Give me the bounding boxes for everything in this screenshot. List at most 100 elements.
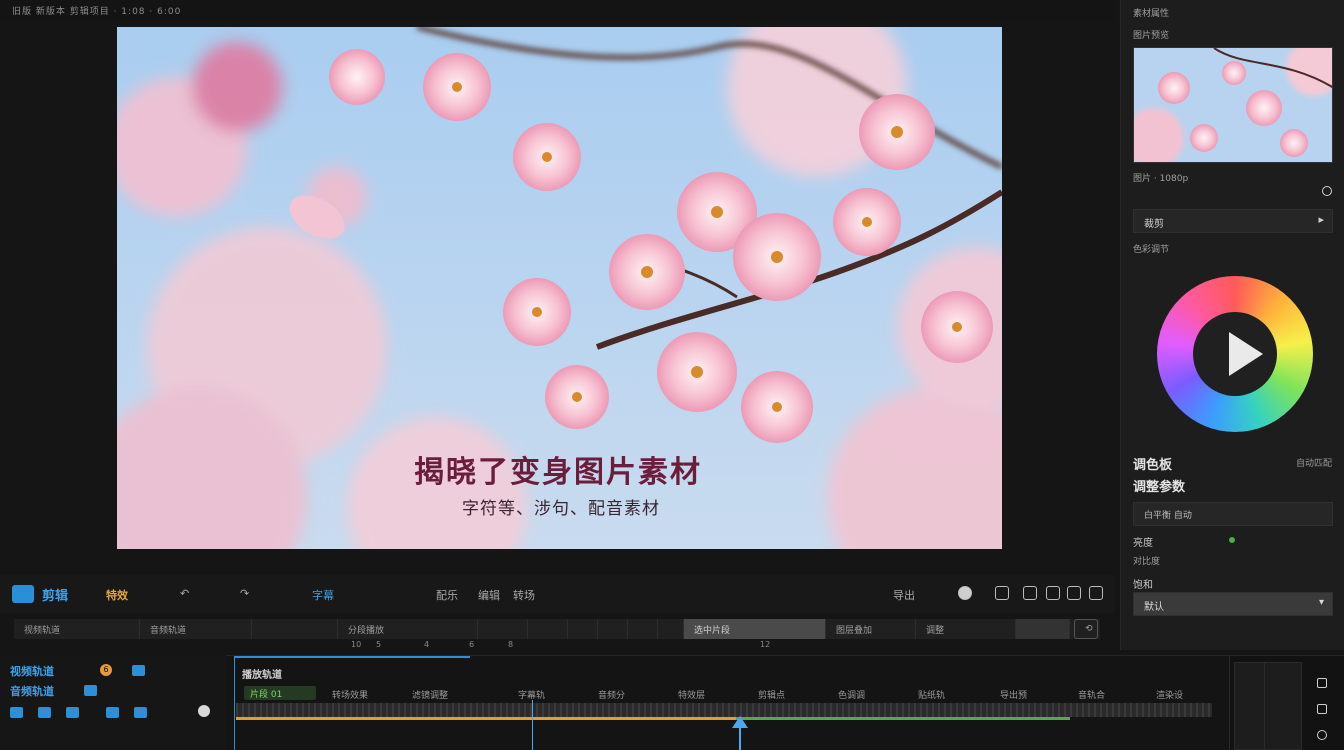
main-toolbar: 剪辑 特效 ↶ ↷ 字幕 配乐 编辑 转场 导出 bbox=[0, 575, 1115, 613]
edit-tab[interactable]: 编辑 bbox=[478, 587, 500, 603]
track-column-label: 特效层 bbox=[678, 691, 706, 701]
clip-label[interactable]: 片段 01 bbox=[244, 686, 316, 700]
params-heading: 调整参数 bbox=[1133, 480, 1186, 495]
flag-icon[interactable] bbox=[84, 685, 97, 696]
brightness-indicator bbox=[1229, 537, 1235, 543]
split-icon[interactable] bbox=[1046, 586, 1060, 600]
contrast-label: 对比度 bbox=[1133, 557, 1161, 567]
caption-title: 揭晓了变身图片素材 bbox=[414, 455, 702, 490]
strip-segment[interactable]: 分段播放 bbox=[338, 619, 478, 639]
ruler-tick: 4 bbox=[424, 640, 430, 649]
lock-icon[interactable] bbox=[198, 705, 210, 717]
home-icon[interactable] bbox=[1067, 586, 1081, 600]
subtitle-tab[interactable]: 字幕 bbox=[312, 587, 334, 603]
settings-icon[interactable] bbox=[1322, 186, 1332, 196]
thumbnail-preview[interactable] bbox=[1133, 47, 1333, 163]
crop-dropdown-label: 裁剪 bbox=[1144, 219, 1164, 230]
play-icon[interactable] bbox=[1229, 332, 1263, 376]
caption-subtitle: 字符等、涉句、配音素材 bbox=[462, 499, 660, 519]
chevron-down-icon: ▾ bbox=[1318, 597, 1324, 608]
strip-segment[interactable] bbox=[478, 619, 528, 639]
app-title: 剪辑 bbox=[42, 589, 69, 604]
timeline-header: 播放轨道 bbox=[234, 656, 470, 684]
ruler-tick: 5 bbox=[376, 640, 382, 649]
strip-segment[interactable] bbox=[598, 619, 628, 639]
music-tab[interactable]: 配乐 bbox=[436, 587, 458, 603]
loop-icon[interactable]: ⟲ bbox=[1074, 619, 1098, 639]
grid-icon[interactable] bbox=[1317, 678, 1327, 688]
layout-icon[interactable] bbox=[1023, 586, 1037, 600]
ruler-tick: 8 bbox=[508, 640, 514, 649]
track-header-panel: 视频轨道 6 音频轨道 bbox=[0, 655, 226, 750]
color-section-label: 色彩调节 bbox=[1133, 245, 1170, 255]
strip-segment[interactable]: 音频轨道 bbox=[140, 619, 252, 639]
preset-select[interactable]: 默认 ▾ bbox=[1133, 592, 1333, 616]
panel-subheader: 图片预览 bbox=[1133, 31, 1170, 41]
audio-track-label[interactable]: 音频轨道 bbox=[10, 683, 54, 699]
ruler-tick: 6 bbox=[469, 640, 475, 649]
auto-match-link[interactable]: 自动匹配 bbox=[1296, 456, 1332, 469]
timeline-title: 播放轨道 bbox=[242, 670, 282, 681]
audio-meter-panel bbox=[1229, 656, 1344, 750]
strip-segment[interactable]: 图层叠加 bbox=[826, 619, 916, 639]
magnet-icon[interactable] bbox=[38, 707, 51, 718]
ruler-tick: 12 bbox=[760, 640, 771, 649]
effect-level-bar bbox=[736, 717, 1070, 720]
saturation-label: 饱和 bbox=[1133, 580, 1153, 591]
properties-panel: 素材属性 图片预览 图片 · 1080p 裁剪 ▸ 色彩调节 调色板 自动匹配 … bbox=[1120, 0, 1344, 650]
app-logo-icon bbox=[12, 585, 34, 603]
thumbnail-meta: 图片 · 1080p bbox=[1133, 174, 1189, 184]
strip-segment[interactable] bbox=[1016, 619, 1070, 639]
track-column-label: 渲染设 bbox=[1156, 691, 1184, 701]
track-column-label: 色调调 bbox=[838, 691, 866, 701]
image-icon[interactable] bbox=[134, 707, 147, 718]
track-column-label: 贴纸轨 bbox=[918, 691, 946, 701]
effects-tab[interactable]: 特效 bbox=[106, 587, 128, 603]
video-preview[interactable]: 揭晓了变身图片素材 字符等、涉句、配音素材 bbox=[117, 27, 1002, 549]
marker-arrow-icon[interactable] bbox=[732, 716, 748, 728]
video-track-label[interactable]: 视频轨道 bbox=[10, 663, 54, 679]
white-balance-label: 白平衡 自动 bbox=[1144, 511, 1192, 521]
strip-segment[interactable] bbox=[628, 619, 658, 639]
export-tab[interactable]: 导出 bbox=[893, 587, 915, 603]
white-balance-field[interactable]: 白平衡 自动 bbox=[1133, 502, 1333, 526]
split-clip-icon[interactable] bbox=[66, 707, 79, 718]
strip-segment[interactable]: 调整 bbox=[916, 619, 1016, 639]
strip-segment-selected[interactable]: 选中片段 bbox=[684, 619, 826, 639]
redo-icon[interactable]: ↷ bbox=[240, 587, 249, 600]
chevron-right-icon: ▸ bbox=[1318, 213, 1324, 226]
track-column-label: 导出预 bbox=[1000, 691, 1028, 701]
timeline[interactable]: 播放轨道 片段 01 转场效果 滤镜调整 字幕轨 音频分 特效层 剪辑点 色调调… bbox=[234, 656, 1214, 750]
track-column-label: 滤镜调整 bbox=[412, 691, 449, 701]
track-column-label: 剪辑点 bbox=[758, 691, 786, 701]
playhead[interactable] bbox=[532, 700, 533, 750]
fullscreen-icon[interactable] bbox=[1089, 586, 1103, 600]
link-icon[interactable] bbox=[10, 707, 23, 718]
video-track[interactable] bbox=[236, 703, 1212, 717]
track-column-label: 音频分 bbox=[598, 691, 626, 701]
top-bar: 旧版 新版本 剪辑项目 · 1:08 · 6:00 bbox=[0, 0, 1115, 22]
strip-segment[interactable] bbox=[528, 619, 568, 639]
refresh-icon[interactable] bbox=[1317, 730, 1327, 740]
text-icon[interactable] bbox=[106, 707, 119, 718]
strip-segment[interactable] bbox=[658, 619, 684, 639]
palette-heading: 调色板 bbox=[1133, 458, 1173, 473]
preset-select-value: 默认 bbox=[1144, 602, 1164, 613]
crop-dropdown[interactable]: 裁剪 ▸ bbox=[1133, 209, 1333, 233]
color-wheel[interactable] bbox=[1157, 276, 1313, 432]
undo-icon[interactable]: ↶ bbox=[180, 587, 189, 600]
strip-segment[interactable] bbox=[568, 619, 598, 639]
track-strip: 视频轨道 音频轨道 分段播放 选中片段 图层叠加 调整 ⟲ bbox=[14, 619, 1100, 639]
track-column-label: 音轨合 bbox=[1078, 691, 1106, 701]
export-icon[interactable] bbox=[1317, 704, 1327, 714]
audio-level-bar bbox=[236, 717, 736, 720]
panel-header: 素材属性 bbox=[1133, 9, 1170, 19]
strip-segment[interactable]: 视频轨道 bbox=[14, 619, 140, 639]
snapshot-icon[interactable] bbox=[995, 586, 1009, 600]
strip-segment[interactable] bbox=[252, 619, 338, 639]
camera-icon[interactable] bbox=[132, 665, 145, 676]
record-icon[interactable] bbox=[958, 586, 972, 600]
marker-stem bbox=[739, 728, 741, 750]
transition-tab[interactable]: 转场 bbox=[513, 587, 535, 603]
track-column-label: 转场效果 bbox=[332, 691, 369, 701]
